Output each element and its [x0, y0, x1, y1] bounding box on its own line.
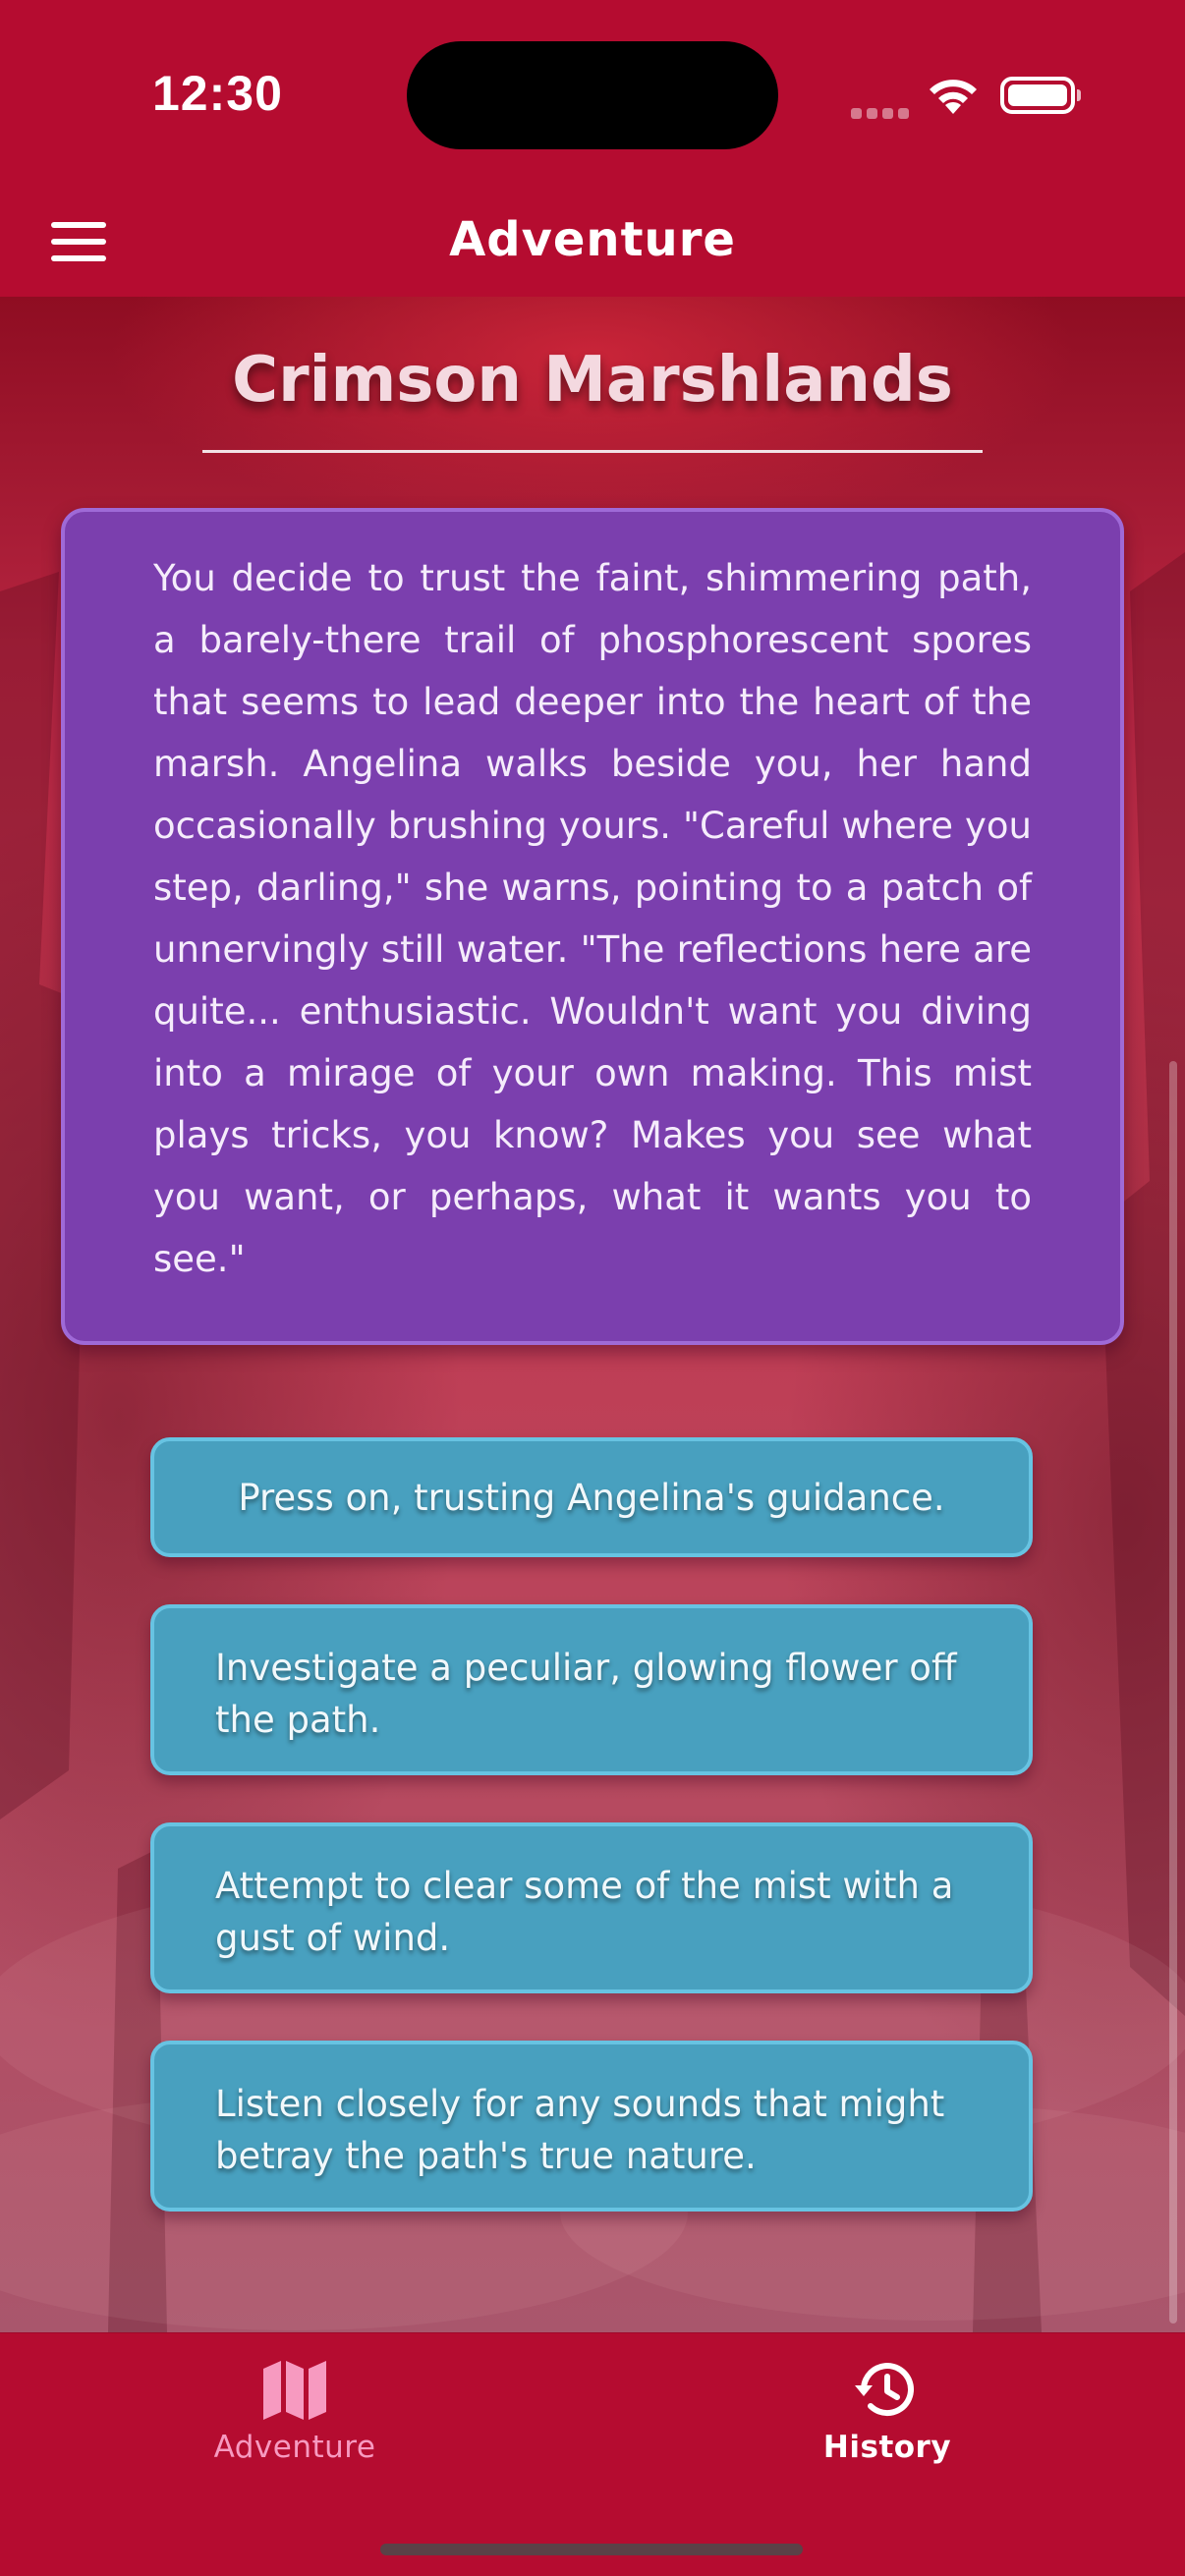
tab-bar: Adventure History [0, 2332, 1185, 2576]
status-bar: 12:30 [0, 0, 1185, 187]
dynamic-island [407, 41, 778, 149]
home-indicator [380, 2544, 803, 2555]
title-divider [202, 450, 983, 453]
choice-button[interactable]: Press on, trusting Angelina's guidance. [150, 1437, 1033, 1557]
choice-button[interactable]: Investigate a peculiar, glowing flower o… [150, 1604, 1033, 1775]
cellular-signal-icon [851, 104, 914, 123]
choice-label: Press on, trusting Angelina's guidance. [238, 1476, 945, 1519]
choice-button[interactable]: Listen closely for any sounds that might… [150, 2041, 1033, 2212]
nav-header: Adventure [0, 187, 1185, 297]
story-text: You decide to trust the faint, shimmerin… [153, 557, 1032, 1280]
wifi-icon [924, 75, 983, 122]
status-time: 12:30 [152, 66, 283, 121]
choice-label: Attempt to clear some of the mist with a… [215, 1865, 954, 1959]
location-title: Crimson Marshlands [232, 344, 953, 417]
tab-label: Adventure [213, 2430, 376, 2465]
choice-label: Listen closely for any sounds that might… [215, 2083, 945, 2177]
choice-label: Investigate a peculiar, glowing flower o… [215, 1647, 957, 1741]
tab-history[interactable]: History [760, 2357, 1015, 2465]
scrollbar[interactable] [1169, 1061, 1177, 2324]
choice-button[interactable]: Attempt to clear some of the mist with a… [150, 1822, 1033, 1993]
tab-label: History [822, 2430, 952, 2465]
battery-icon [1000, 77, 1081, 114]
app-screen: 12:30 Adventure Crimson Marshlands You d… [0, 0, 1185, 2576]
tab-adventure[interactable]: Adventure [167, 2357, 423, 2465]
map-icon [263, 2361, 326, 2420]
story-card: You decide to trust the faint, shimmerin… [61, 508, 1124, 1345]
history-icon [855, 2363, 914, 2417]
page-title: Adventure [449, 212, 736, 267]
